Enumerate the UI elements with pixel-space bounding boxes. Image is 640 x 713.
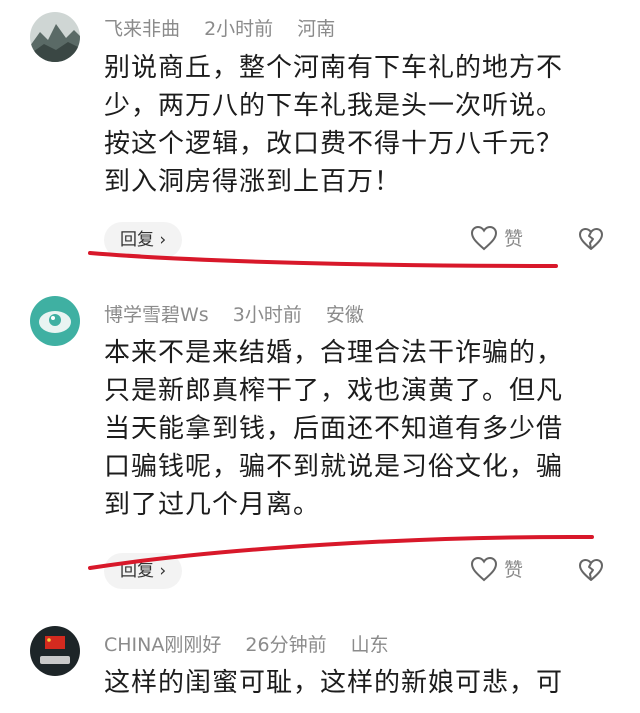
username[interactable]: 飞来非曲 xyxy=(104,18,180,40)
timestamp: 26分钟前 xyxy=(245,634,327,656)
avatar[interactable] xyxy=(30,626,80,676)
comment-line: 当天能拿到钱，后面还不知道有多少借 xyxy=(104,414,564,444)
comment-line: 少，两万八的下车礼我是头一次听说。 xyxy=(104,91,564,121)
comment-line: 到入洞房得涨到上百万！ xyxy=(104,167,402,197)
broken-heart-icon xyxy=(579,559,603,581)
broken-heart-icon xyxy=(579,228,603,250)
username[interactable]: CHINA刚刚好 xyxy=(104,634,221,656)
like-button[interactable]: 赞 xyxy=(470,224,523,251)
heart-outline-icon xyxy=(470,225,498,250)
comment-text: 本来不是来结婚，合理合法干诈骗的， 只是新郎真榨干了，戏也演黄了。但凡 当天能拿… xyxy=(104,334,604,524)
reply-button[interactable]: 回复 › xyxy=(104,222,183,258)
heart-outline-icon xyxy=(470,556,498,581)
location: 安徽 xyxy=(325,304,364,326)
timestamp: 3小时前 xyxy=(232,304,302,326)
location: 河南 xyxy=(297,18,336,40)
chevron-right-icon: › xyxy=(159,230,167,250)
comment-text: 别说商丘，整个河南有下车礼的地方不 少，两万八的下车礼我是头一次听说。 按这个逻… xyxy=(104,49,604,201)
timestamp: 2小时前 xyxy=(204,18,274,40)
comment-line: 到了过几个月离。 xyxy=(104,490,321,520)
dislike-button[interactable] xyxy=(578,227,604,255)
username[interactable]: 博学雪碧Ws xyxy=(104,304,209,326)
like-label: 赞 xyxy=(504,559,524,581)
location: 山东 xyxy=(350,634,389,656)
reply-label: 回复 xyxy=(120,561,154,581)
comment-meta: 飞来非曲 2小时前 河南 xyxy=(104,14,353,41)
comment-meta: 博学雪碧Ws 3小时前 安徽 xyxy=(104,300,382,327)
eye-avatar-icon xyxy=(30,296,80,346)
reply-button[interactable]: 回复 › xyxy=(104,553,183,589)
avatar[interactable] xyxy=(30,296,80,346)
like-label: 赞 xyxy=(504,228,524,250)
comment-text: 这样的闺蜜可耻，这样的新娘可悲，可 xyxy=(104,664,604,702)
comment-meta: CHINA刚刚好 26分钟前 山东 xyxy=(104,630,407,657)
comment-line: 口骗钱呢，骗不到就说是习俗文化，骗 xyxy=(104,452,564,482)
comment-line: 别说商丘，整个河南有下车礼的地方不 xyxy=(104,53,564,83)
dislike-button[interactable] xyxy=(578,558,604,586)
reply-label: 回复 xyxy=(120,230,154,250)
comment-line: 本来不是来结婚，合理合法干诈骗的， xyxy=(104,338,564,368)
landscape-avatar-icon xyxy=(30,12,80,62)
like-button[interactable]: 赞 xyxy=(470,555,523,582)
avatar[interactable] xyxy=(30,12,80,62)
chevron-right-icon: › xyxy=(159,561,167,581)
flag-avatar-icon xyxy=(30,626,80,676)
comment-line: 按这个逻辑，改口费不得十万八千元？ xyxy=(104,129,564,159)
comment-line: 这样的闺蜜可耻，这样的新娘可悲，可 xyxy=(104,668,564,698)
comment-line: 只是新郎真榨干了，戏也演黄了。但凡 xyxy=(104,376,564,406)
